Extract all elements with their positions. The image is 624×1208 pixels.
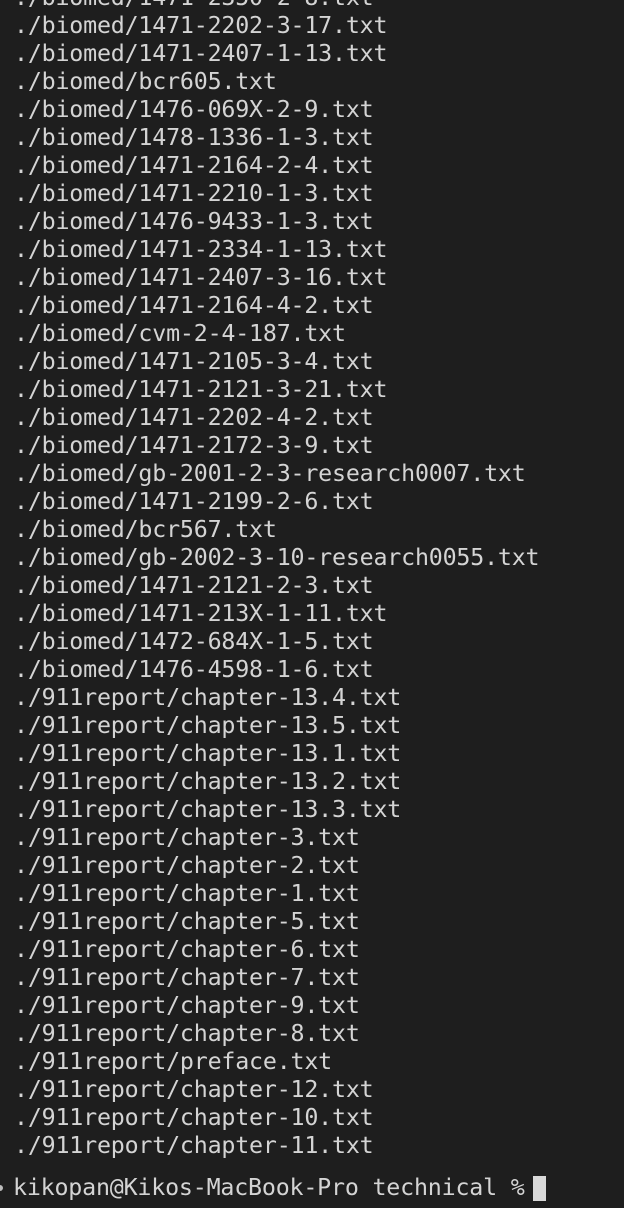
output-line: ./911report/chapter-12.txt — [14, 1076, 374, 1103]
output-line: ./biomed/1471-2121-3-21.txt — [14, 376, 388, 403]
output-line: ./biomed/1471-2121-2-3.txt — [14, 572, 374, 599]
output-line: ./911report/chapter-13.1.txt — [14, 740, 402, 767]
output-line: ./911report/chapter-6.txt — [14, 936, 360, 963]
output-line: ./911report/chapter-11.txt — [14, 1132, 374, 1159]
output-line: ./biomed/1471-2350-2-8.txt — [14, 0, 539, 12]
output-line: ./biomed/1471-2334-1-13.txt — [14, 236, 388, 263]
output-line: ./biomed/1471-2164-4-2.txt — [14, 292, 374, 319]
output-line: ./biomed/1471-2164-2-4.txt — [14, 152, 374, 179]
output-line: ./911report/chapter-8.txt — [14, 1020, 360, 1047]
output-line: ./911report/chapter-13.5.txt — [14, 712, 402, 739]
output-line: ./biomed/1471-2407-3-16.txt — [14, 264, 388, 291]
output-line: ./biomed/cvm-2-4-187.txt — [14, 320, 346, 347]
output-line: ./biomed/1472-684X-1-5.txt — [14, 628, 374, 655]
terminal-output: ./biomed/1471-2350-2-8.txt./biomed/1471-… — [14, 0, 540, 1160]
prompt-symbol: % — [510, 1174, 525, 1201]
command-prompt[interactable]: kikopan@Kikos-MacBook-Pro technical % — [0, 1174, 546, 1202]
output-line: ./biomed/bcr567.txt — [14, 516, 277, 543]
terminal-window[interactable]: ./biomed/1471-2350-2-8.txt./biomed/1471-… — [0, 0, 624, 1208]
output-line: ./911report/chapter-1.txt — [14, 880, 360, 907]
output-line: ./911report/chapter-9.txt — [14, 992, 360, 1019]
output-line: ./biomed/1476-9433-1-3.txt — [14, 208, 374, 235]
output-line: ./biomed/1478-1336-1-3.txt — [14, 124, 374, 151]
output-line: ./911report/chapter-13.4.txt — [14, 684, 402, 711]
output-line: ./biomed/1471-213X-1-11.txt — [14, 600, 388, 627]
output-line: ./911report/chapter-7.txt — [14, 964, 360, 991]
output-line: ./911report/chapter-3.txt — [14, 824, 360, 851]
text-cursor[interactable] — [532, 1175, 546, 1201]
output-line: ./911report/preface.txt — [14, 1048, 332, 1075]
output-line: ./biomed/bcr605.txt — [14, 68, 277, 95]
output-line: ./biomed/1471-2202-4-2.txt — [14, 404, 374, 431]
output-line: ./911report/chapter-2.txt — [14, 852, 360, 879]
output-line: ./biomed/gb-2002-3-10-research0055.txt — [14, 544, 540, 571]
output-line: ./911report/chapter-13.2.txt — [14, 768, 402, 795]
output-line: ./911report/chapter-10.txt — [14, 1104, 374, 1131]
output-line: ./biomed/1476-069X-2-9.txt — [14, 96, 374, 123]
output-line: ./biomed/1471-2210-1-3.txt — [14, 180, 374, 207]
prompt-user-host: kikopan@Kikos-MacBook-Pro — [13, 1174, 359, 1201]
output-line: ./biomed/1471-2172-3-9.txt — [14, 432, 374, 459]
output-line: ./biomed/gb-2001-2-3-research0007.txt — [14, 460, 526, 487]
output-line: ./biomed/1471-2199-2-6.txt — [14, 488, 374, 515]
output-line: ./biomed/1471-2202-3-17.txt — [14, 12, 388, 39]
output-line: ./911report/chapter-13.3.txt — [14, 796, 402, 823]
output-line: ./911report/chapter-5.txt — [14, 908, 360, 935]
prompt-cwd: technical — [372, 1174, 497, 1201]
prompt-marker-icon — [0, 1185, 3, 1191]
output-line: ./biomed/1471-2105-3-4.txt — [14, 348, 374, 375]
output-line: ./biomed/1476-4598-1-6.txt — [14, 656, 374, 683]
output-line: ./biomed/1471-2407-1-13.txt — [14, 40, 388, 67]
